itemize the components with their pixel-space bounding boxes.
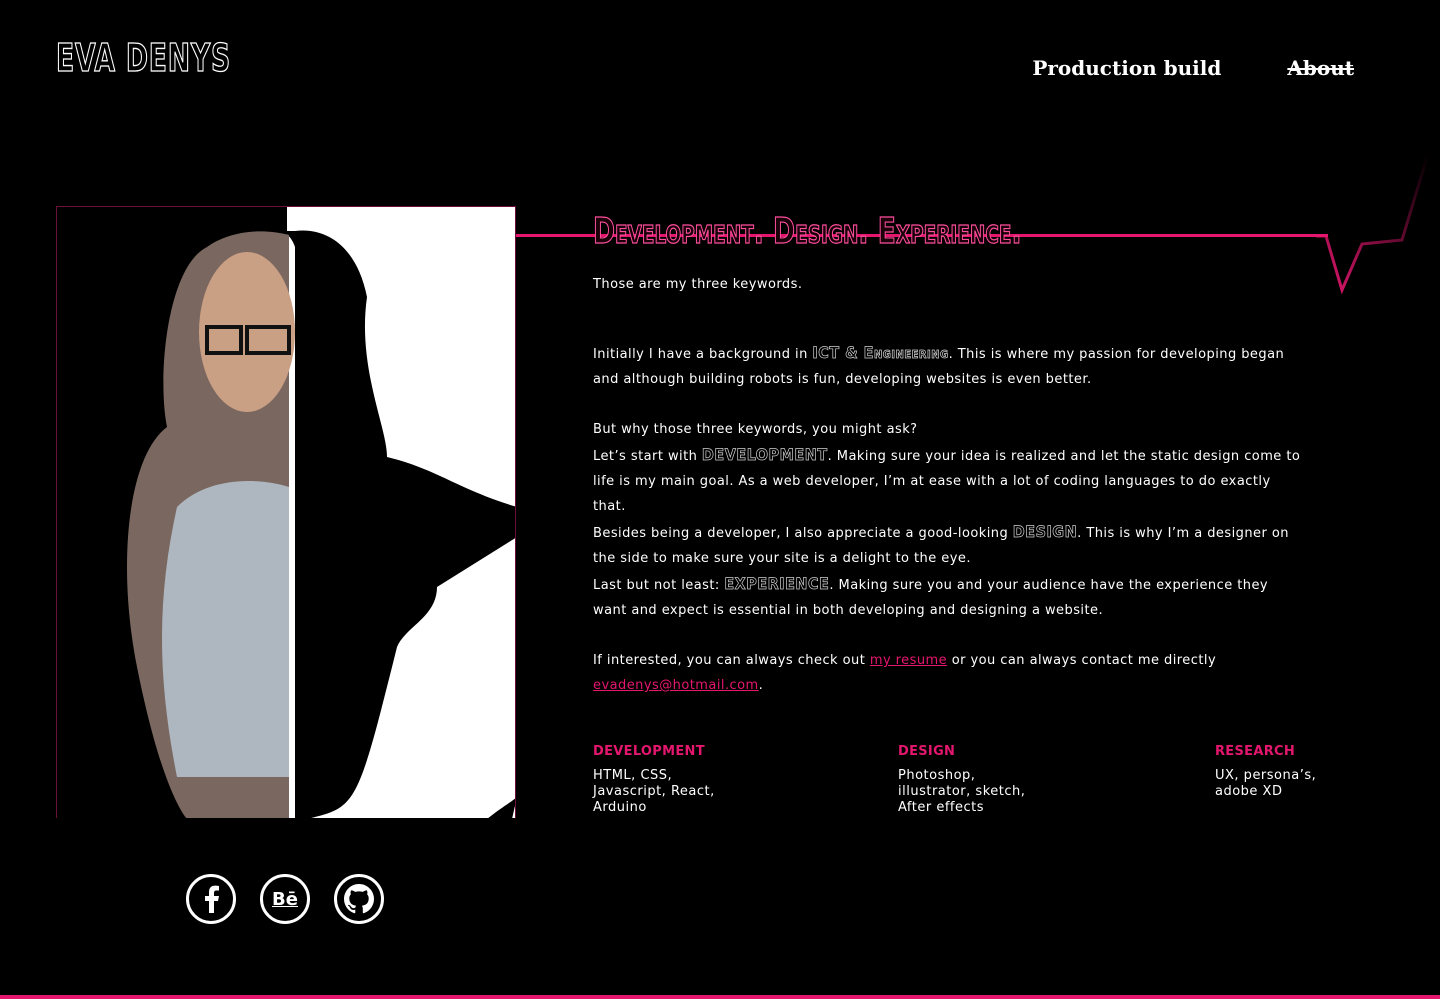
email-link[interactable]: evadenys@hotmail.com (593, 678, 759, 693)
skill-title: DESIGN (898, 744, 956, 759)
contact-paragraph: If interested, you can always check out … (593, 653, 1217, 693)
skill-item: Photoshop, (898, 768, 976, 783)
profile-photo (56, 206, 516, 818)
keyword-development: DEVELOPMENT (701, 445, 828, 465)
skill-item: Javascript, React, (593, 784, 715, 799)
intro-text: Those are my three keywords. (593, 277, 803, 292)
behance-icon[interactable]: Bē (260, 874, 310, 924)
portrait-illustration (127, 223, 515, 818)
skill-item: HTML, CSS, (593, 768, 673, 783)
skill-column-design: DESIGN Photoshop, illustrator, sketch, A… (898, 744, 1025, 816)
skill-item: illustrator, sketch, (898, 784, 1026, 799)
nav-production-build[interactable]: Production build (1032, 56, 1221, 80)
keyword-ict: ICT & Engineering (812, 343, 949, 363)
keyword-design: DESIGN (1012, 522, 1078, 542)
skill-item: After effects (898, 800, 985, 815)
facebook-icon[interactable] (186, 874, 236, 924)
skill-column-research: RESEARCH UX, persona’s, adobe XD (1215, 744, 1316, 800)
site-logo[interactable]: EVA DENYS (55, 35, 231, 80)
skill-column-development: DEVELOPMENT HTML, CSS, Javascript, React… (593, 744, 715, 816)
skill-title: RESEARCH (1215, 744, 1296, 759)
main-nav: Production build About (1032, 56, 1354, 80)
keyword-experience: EXPERIENCE (724, 574, 830, 594)
background-paragraph: Initially I have a background in ICT & E… (593, 343, 1285, 387)
accent-zigzag (1316, 153, 1430, 295)
skill-item: UX, persona’s, (1215, 768, 1317, 783)
github-icon[interactable] (334, 874, 384, 924)
page-headline: Development. Design. Experience. (593, 211, 1023, 252)
skill-title: DEVELOPMENT (593, 744, 705, 759)
keywords-paragraph: But why those three keywords, you might … (593, 422, 1301, 618)
nav-about[interactable]: About (1287, 56, 1354, 80)
skill-item: Arduino (593, 800, 647, 815)
skills-section: DEVELOPMENT HTML, CSS, Javascript, React… (593, 744, 1353, 824)
resume-link[interactable]: my resume (870, 653, 947, 668)
about-content: Development. Design. Experience. Those a… (593, 211, 1303, 698)
social-links: Bē (186, 874, 384, 924)
about-page: EVA DENYS Production build About Develop… (0, 0, 1440, 999)
skill-item: adobe XD (1215, 784, 1283, 799)
footer-accent-line (0, 995, 1440, 999)
